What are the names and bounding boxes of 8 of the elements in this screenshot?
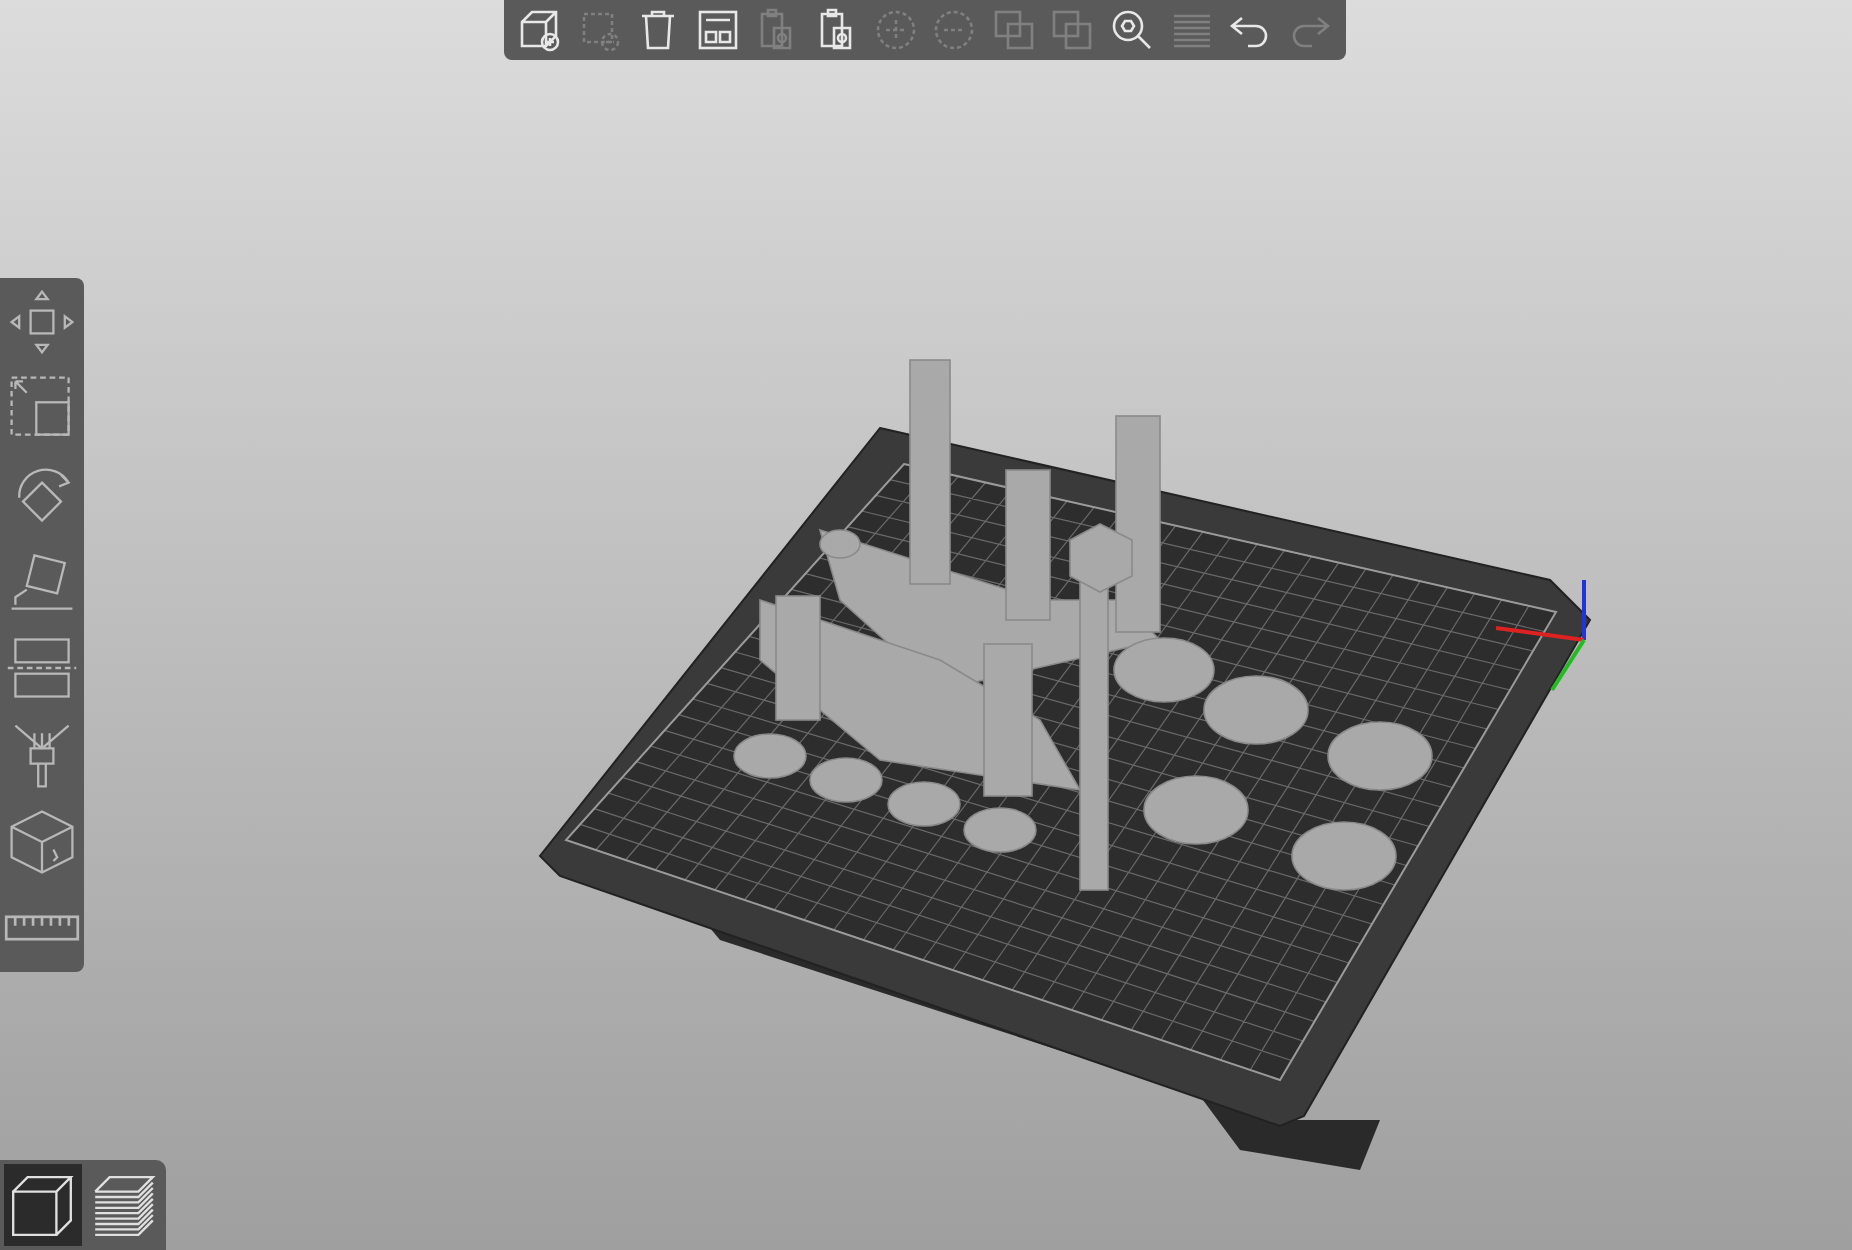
split-objects-icon <box>989 6 1038 54</box>
minus-circle-icon <box>930 6 979 54</box>
ruler-icon <box>4 914 80 943</box>
split-parts-icon <box>1048 6 1097 54</box>
3d-view-tab[interactable] <box>4 1164 81 1246</box>
arrange-icon <box>693 6 742 54</box>
add-object-icon <box>516 6 564 54</box>
plus-circle-icon <box>871 6 920 54</box>
